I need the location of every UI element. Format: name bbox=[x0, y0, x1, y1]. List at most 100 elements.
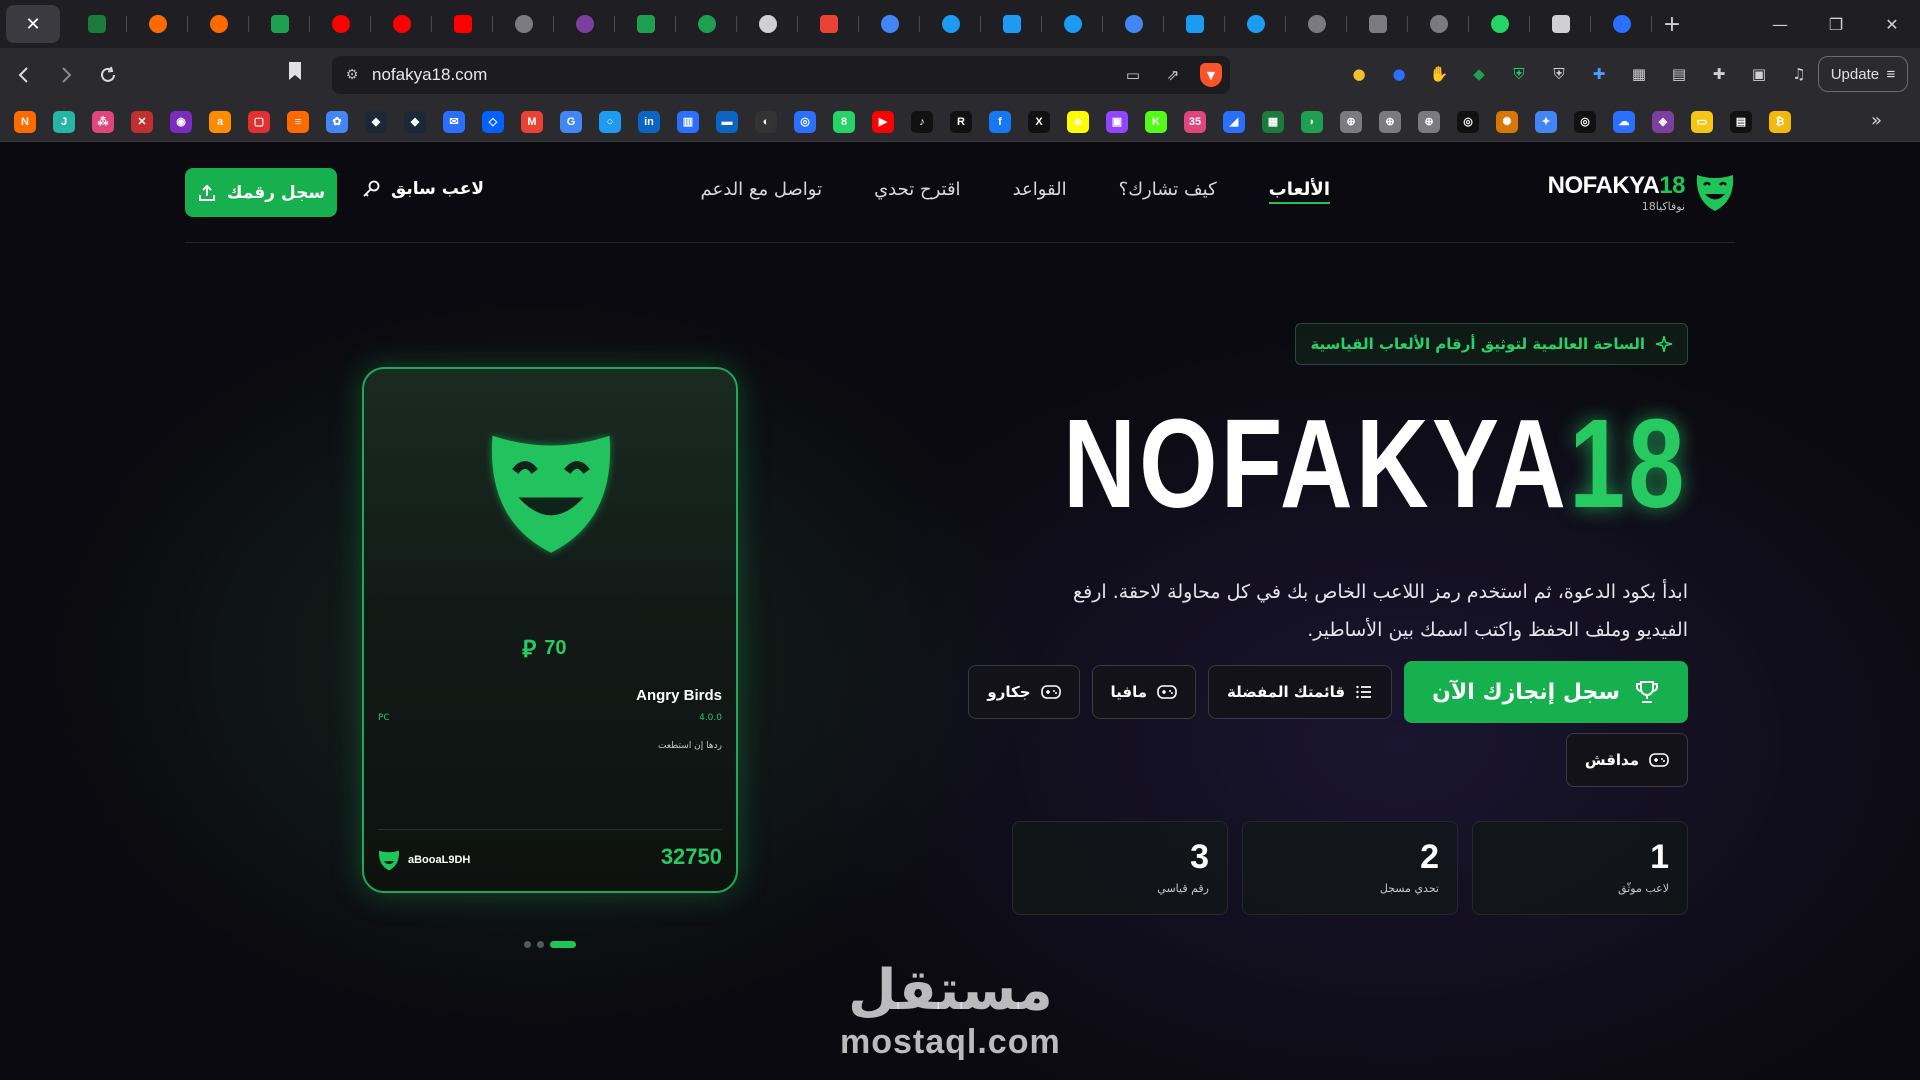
browser-tab[interactable] bbox=[371, 5, 432, 43]
browser-tab[interactable] bbox=[1103, 5, 1164, 43]
url-bar[interactable]: ⚙ nofakya18.com ▭ ⇗ ▼ bbox=[332, 56, 1230, 94]
extension-shield-green-icon[interactable]: ⛨ bbox=[1505, 60, 1533, 88]
bookmark-favicon-icon[interactable]: 8 bbox=[833, 110, 855, 133]
bookmark-favicon-icon[interactable]: ◐ bbox=[755, 110, 777, 133]
bookmark-favicon-icon[interactable]: ▥ bbox=[677, 110, 699, 133]
nav-link-rules[interactable]: القواعد bbox=[1013, 179, 1067, 204]
bookmark-favicon-icon[interactable]: ◈ bbox=[1652, 110, 1674, 133]
bookmark-favicon-icon[interactable]: M bbox=[521, 110, 543, 133]
bookmark-favicon-icon[interactable]: N bbox=[14, 110, 36, 133]
bookmark-favicon-icon[interactable]: ☁ bbox=[1613, 110, 1635, 133]
browser-tab[interactable] bbox=[859, 5, 920, 43]
bookmark-favicon-icon[interactable]: ☻ bbox=[1067, 110, 1089, 133]
browser-tab[interactable] bbox=[310, 5, 371, 43]
browser-tab[interactable] bbox=[981, 5, 1042, 43]
bookmark-favicon-icon[interactable]: ▭ bbox=[1691, 110, 1713, 133]
more-bookmarks-chevron-icon[interactable]: » bbox=[1871, 110, 1882, 131]
bookmark-favicon-icon[interactable]: ≡ bbox=[287, 110, 309, 133]
bookmark-favicon-icon[interactable]: a bbox=[209, 110, 231, 133]
window-close-button[interactable]: ✕ bbox=[1864, 0, 1920, 48]
game-button-mafia[interactable]: مافيا bbox=[1091, 665, 1196, 719]
browser-tab[interactable] bbox=[493, 5, 554, 43]
minimize-button[interactable]: — bbox=[1752, 0, 1808, 48]
bookmark-favicon-icon[interactable]: J bbox=[53, 110, 75, 133]
game-button-jakaro[interactable]: جكارو bbox=[968, 665, 1080, 719]
carousel-dot[interactable] bbox=[537, 941, 544, 948]
bookmark-favicon-icon[interactable]: ⊕ bbox=[1379, 110, 1401, 133]
browser-tab[interactable] bbox=[249, 5, 310, 43]
browser-tab[interactable] bbox=[66, 5, 127, 43]
restore-button[interactable]: ❐ bbox=[1808, 0, 1864, 48]
browser-tab[interactable] bbox=[1225, 5, 1286, 43]
game-button-madaqesh[interactable]: مداقش bbox=[1565, 733, 1688, 787]
bookmark-favicon-icon[interactable]: ⁂ bbox=[92, 110, 114, 133]
bookmark-favicon-icon[interactable]: ◎ bbox=[794, 110, 816, 133]
carousel-dot[interactable] bbox=[524, 941, 531, 948]
extension-key-icon[interactable]: ● bbox=[1345, 60, 1373, 88]
browser-tab[interactable] bbox=[1591, 5, 1652, 43]
extension-puzzle-blue-icon[interactable]: ✚ bbox=[1585, 60, 1613, 88]
browser-tab[interactable] bbox=[798, 5, 859, 43]
extensions-menu-icon[interactable]: ✚ bbox=[1705, 60, 1733, 88]
extension-shield-gray-icon[interactable]: ⛨ bbox=[1545, 60, 1573, 88]
bookmark-favicon-icon[interactable]: G bbox=[560, 110, 582, 133]
nav-link-support[interactable]: تواصل مع الدعم bbox=[701, 179, 823, 204]
extension-doc-icon[interactable]: ▤ bbox=[1665, 60, 1693, 88]
bookmark-favicon-icon[interactable]: ◢ bbox=[1223, 110, 1245, 133]
bookmark-favicon-icon[interactable]: ▣ bbox=[1106, 110, 1128, 133]
new-tab-button[interactable]: + bbox=[1652, 5, 1692, 43]
browser-tab[interactable] bbox=[1042, 5, 1103, 43]
browser-tab[interactable] bbox=[615, 5, 676, 43]
forward-button[interactable] bbox=[48, 57, 84, 93]
browser-tab[interactable] bbox=[127, 5, 188, 43]
bookmark-favicon-icon[interactable]: ♪ bbox=[911, 110, 933, 133]
bookmark-favicon-icon[interactable]: ▤ bbox=[1730, 110, 1752, 133]
bookmark-favicon-icon[interactable]: ◎ bbox=[1574, 110, 1596, 133]
browser-tab[interactable] bbox=[1164, 5, 1225, 43]
carousel-dot-active[interactable] bbox=[550, 941, 576, 948]
extension-drive-icon[interactable]: ◆ bbox=[1465, 60, 1493, 88]
active-tab[interactable]: ✕ bbox=[6, 5, 60, 43]
site-logo[interactable]: NOFAKYA18 نوفاكيا18 bbox=[1548, 171, 1735, 213]
update-button[interactable]: Update ≡ bbox=[1818, 56, 1908, 92]
browser-tab[interactable] bbox=[737, 5, 798, 43]
share-icon[interactable]: ⇗ bbox=[1160, 62, 1186, 88]
extension-hand-icon[interactable]: ✋ bbox=[1425, 60, 1453, 88]
bookmark-favicon-icon[interactable]: ◉ bbox=[170, 110, 192, 133]
browser-tab[interactable] bbox=[1530, 5, 1591, 43]
bookmark-favicon-icon[interactable]: 35 bbox=[1184, 110, 1206, 133]
media-controls-icon[interactable]: ♫ bbox=[1785, 60, 1813, 88]
bookmark-favicon-icon[interactable]: ✦ bbox=[1535, 110, 1557, 133]
tab-close-icon[interactable]: ✕ bbox=[25, 14, 40, 35]
bookmark-favicon-icon[interactable]: ✉ bbox=[443, 110, 465, 133]
nav-link-suggest-challenge[interactable]: اقترح تحدي bbox=[874, 179, 960, 204]
bookmark-favicon-icon[interactable]: ◆ bbox=[365, 110, 387, 133]
browser-tab[interactable] bbox=[1469, 5, 1530, 43]
browser-tab[interactable] bbox=[1408, 5, 1469, 43]
record-achievement-button[interactable]: سجل إنجازك الآن bbox=[1404, 661, 1688, 723]
bookmark-favicon-icon[interactable]: ◆ bbox=[404, 110, 426, 133]
back-button[interactable] bbox=[6, 57, 42, 93]
bookmark-favicon-icon[interactable]: in bbox=[638, 110, 660, 133]
browser-tab[interactable] bbox=[1286, 5, 1347, 43]
browser-tab[interactable] bbox=[188, 5, 249, 43]
bookmark-favicon-icon[interactable]: ▢ bbox=[248, 110, 270, 133]
browser-tab[interactable] bbox=[432, 5, 493, 43]
cast-icon[interactable]: ▭ bbox=[1120, 62, 1146, 88]
featured-game-card[interactable]: ⃁ 70 Angry Birds PC 4.0.0 ردها إن استطعت… bbox=[362, 367, 738, 893]
bookmark-favicon-icon[interactable]: ₿ bbox=[1769, 110, 1791, 133]
browser-tab[interactable] bbox=[676, 5, 737, 43]
url-text[interactable]: nofakya18.com bbox=[372, 65, 487, 85]
bookmark-favicon-icon[interactable]: ✿ bbox=[326, 110, 348, 133]
site-info-icon[interactable]: ⚙ bbox=[332, 67, 372, 83]
browser-tab[interactable] bbox=[554, 5, 615, 43]
brave-shield-icon[interactable]: ▼ bbox=[1200, 63, 1222, 87]
bookmark-favicon-icon[interactable]: ◇ bbox=[482, 110, 504, 133]
bookmark-favicon-icon[interactable]: ✺ bbox=[1496, 110, 1518, 133]
bookmark-favicon-icon[interactable]: ◎ bbox=[1457, 110, 1479, 133]
browser-tab[interactable] bbox=[1347, 5, 1408, 43]
bookmark-favicon-icon[interactable]: f bbox=[989, 110, 1011, 133]
bookmark-favicon-icon[interactable]: X bbox=[1028, 110, 1050, 133]
bookmark-favicon-icon[interactable]: ○ bbox=[599, 110, 621, 133]
browser-tab[interactable] bbox=[920, 5, 981, 43]
